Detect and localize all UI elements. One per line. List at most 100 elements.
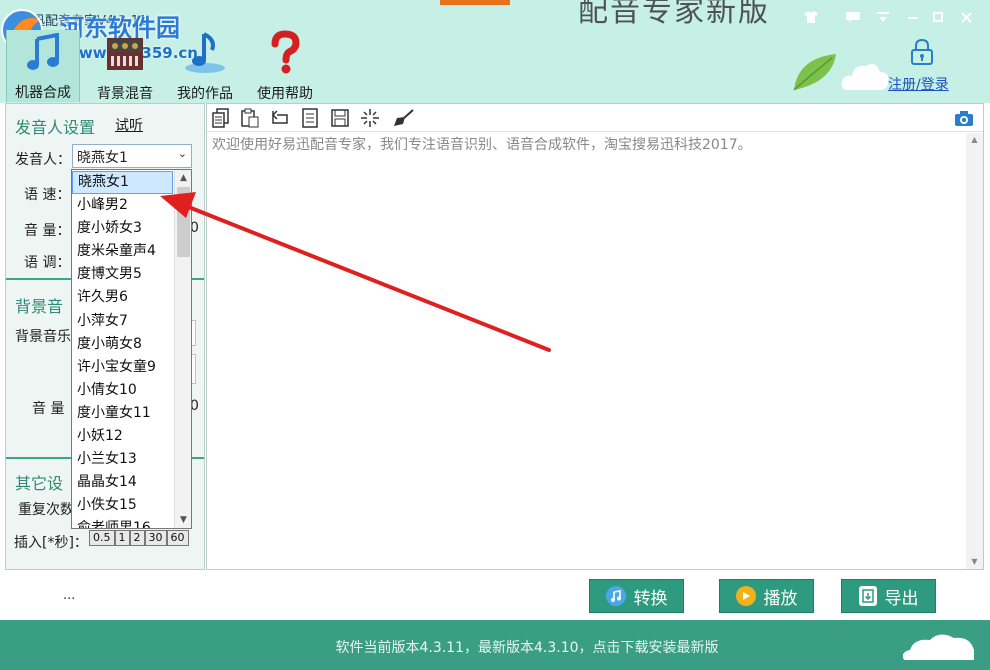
insert-seconds-buttons: 0.5 1 2 30 60: [89, 530, 189, 546]
message-icon: [846, 12, 860, 22]
new-doc-icon: [212, 108, 229, 128]
login-lock-button[interactable]: [886, 38, 958, 70]
toolbar-label: 机器合成: [15, 85, 71, 101]
speaker-selected-value: 晓燕女1: [77, 150, 128, 166]
speaker-option[interactable]: 许久男6: [72, 286, 173, 309]
mixer-icon: [107, 38, 143, 70]
skin-button[interactable]: [801, 9, 821, 25]
app-window: 配音专家新版 好易迅配音专家V4.3.11 河东软件园 www.pc0359.c…: [0, 0, 990, 670]
feedback-button[interactable]: [843, 9, 863, 25]
shirt-icon: [804, 11, 818, 23]
speaker-option[interactable]: 小妖12: [72, 425, 173, 448]
paste-button[interactable]: [239, 107, 261, 129]
background-volume-label: 音 量: [32, 401, 65, 417]
export-label: 导出: [884, 588, 919, 609]
camera-icon: [955, 110, 973, 126]
speaker-option[interactable]: 小兰女13: [72, 448, 173, 471]
clear-button[interactable]: [393, 107, 415, 129]
speaker-option[interactable]: 小佚女15: [72, 494, 173, 517]
maximize-icon: [933, 12, 943, 22]
status-bar[interactable]: 软件当前版本4.3.11，最新版本4.3.10，点击下载安装最新版: [0, 620, 990, 670]
question-icon: [271, 30, 300, 74]
insert-1-button[interactable]: 1: [114, 530, 130, 546]
speaker-option[interactable]: 度小萌女8: [72, 333, 173, 356]
title-accent-strip: [440, 0, 510, 5]
volume-label: 音 量：: [24, 223, 71, 239]
minimize-button[interactable]: [903, 9, 923, 25]
speaker-option[interactable]: 度小娇女3: [72, 217, 173, 240]
dropdown-scroll-thumb[interactable]: [177, 187, 190, 257]
speaker-option[interactable]: 小萍女7: [72, 310, 173, 333]
cloud-decoration-icon: [902, 634, 974, 660]
speaker-label: 发音人：: [15, 152, 71, 168]
toolbar-help[interactable]: 使用帮助: [250, 30, 320, 102]
speaker-option[interactable]: 度博文男5: [72, 263, 173, 286]
undo-button[interactable]: [268, 107, 290, 129]
editor-toolbar: [207, 104, 983, 132]
background-music-label: 背景音乐: [15, 329, 71, 345]
speed-label: 语 速：: [24, 187, 71, 203]
broom-icon: [394, 109, 414, 126]
other-section-title: 其它设: [15, 474, 64, 493]
paste-icon: [241, 108, 259, 128]
speaker-option[interactable]: 度米朵童声4: [72, 240, 173, 263]
close-icon: [960, 11, 972, 23]
undo-icon: [271, 110, 288, 124]
scroll-up-icon[interactable]: ▲: [175, 170, 191, 186]
cloud-decoration-icon: [841, 64, 889, 90]
export-icon: [858, 586, 877, 606]
speaker-option[interactable]: 度小童女11: [72, 402, 173, 425]
export-button[interactable]: 导出: [841, 579, 936, 613]
update-status-text[interactable]: 软件当前版本4.3.11，最新版本4.3.10，点击下载安装最新版: [0, 637, 990, 657]
menu-icon: [877, 12, 889, 22]
notes-button[interactable]: [299, 107, 321, 129]
maximize-button[interactable]: [928, 9, 948, 25]
audition-link[interactable]: 试听: [115, 115, 143, 135]
minimize-icon: [908, 17, 918, 19]
music-note-icon: [605, 586, 626, 606]
editor-scrollbar[interactable]: ▲ ▼: [966, 133, 983, 569]
scroll-up-icon[interactable]: ▲: [966, 133, 983, 147]
play-icon: [735, 586, 756, 606]
save-icon: [331, 109, 349, 127]
speaker-option[interactable]: 许小宝女童9: [72, 356, 173, 379]
speaker-option[interactable]: 小倩女10: [72, 379, 173, 402]
speaker-option[interactable]: 晶晶女14: [72, 471, 173, 494]
close-button[interactable]: [956, 9, 976, 25]
register-login-link[interactable]: 注册/登录: [888, 74, 949, 94]
insert-30-button[interactable]: 30: [144, 530, 167, 546]
save-button[interactable]: [329, 107, 351, 129]
repeat-count-label: 重复次数: [18, 502, 74, 518]
insert-2-button[interactable]: 2: [129, 530, 145, 546]
new-doc-button[interactable]: [210, 107, 232, 129]
convert-button[interactable]: 转换: [589, 579, 684, 613]
scroll-down-icon[interactable]: ▼: [175, 512, 191, 528]
menu-button[interactable]: [873, 9, 893, 25]
note-icon: [185, 32, 225, 73]
dropdown-scrollbar[interactable]: ▲ ▼: [174, 170, 191, 528]
speaker-option[interactable]: 晓燕女1: [72, 171, 173, 194]
leaf-decoration-icon: [793, 54, 836, 91]
play-button[interactable]: 播放: [719, 579, 814, 613]
toolbar-background-mix[interactable]: 背景混音: [90, 30, 160, 102]
speaker-dropdown-list[interactable]: 晓燕女1 小峰男2 度小娇女3 度米朵童声4 度博文男5 许久男6 小萍女7 度…: [71, 169, 192, 529]
scroll-down-icon[interactable]: ▼: [966, 555, 983, 569]
toolbar-label: 我的作品: [177, 86, 233, 102]
toolbar-machine-synthesis[interactable]: 机器合成: [6, 30, 80, 102]
toolbar-my-works[interactable]: 我的作品: [170, 30, 240, 102]
toolbar-label: 使用帮助: [257, 86, 313, 102]
camera-button[interactable]: [953, 107, 975, 129]
editor-text-content[interactable]: 欢迎使用好易迅配音专家，我们专注语音识别、语音合成软件，淘宝搜易迅科技2017。: [212, 134, 752, 154]
speaker-select[interactable]: 晓燕女1 ⌄: [72, 144, 192, 168]
music-note-icon: [27, 33, 59, 70]
insert-0.5-button[interactable]: 0.5: [89, 530, 115, 546]
sparkle-button[interactable]: [359, 107, 381, 129]
tone-label: 语 调：: [24, 255, 71, 271]
insert-60-button[interactable]: 60: [166, 530, 189, 546]
toolbar-label: 背景混音: [97, 86, 153, 102]
speaker-option[interactable]: 小峰男2: [72, 194, 173, 217]
action-bar: ... 转换 播放 导出: [5, 570, 984, 620]
ellipsis-button[interactable]: ...: [63, 588, 75, 603]
lock-icon: [911, 38, 933, 65]
speaker-option[interactable]: 俞老师男16: [72, 517, 173, 528]
